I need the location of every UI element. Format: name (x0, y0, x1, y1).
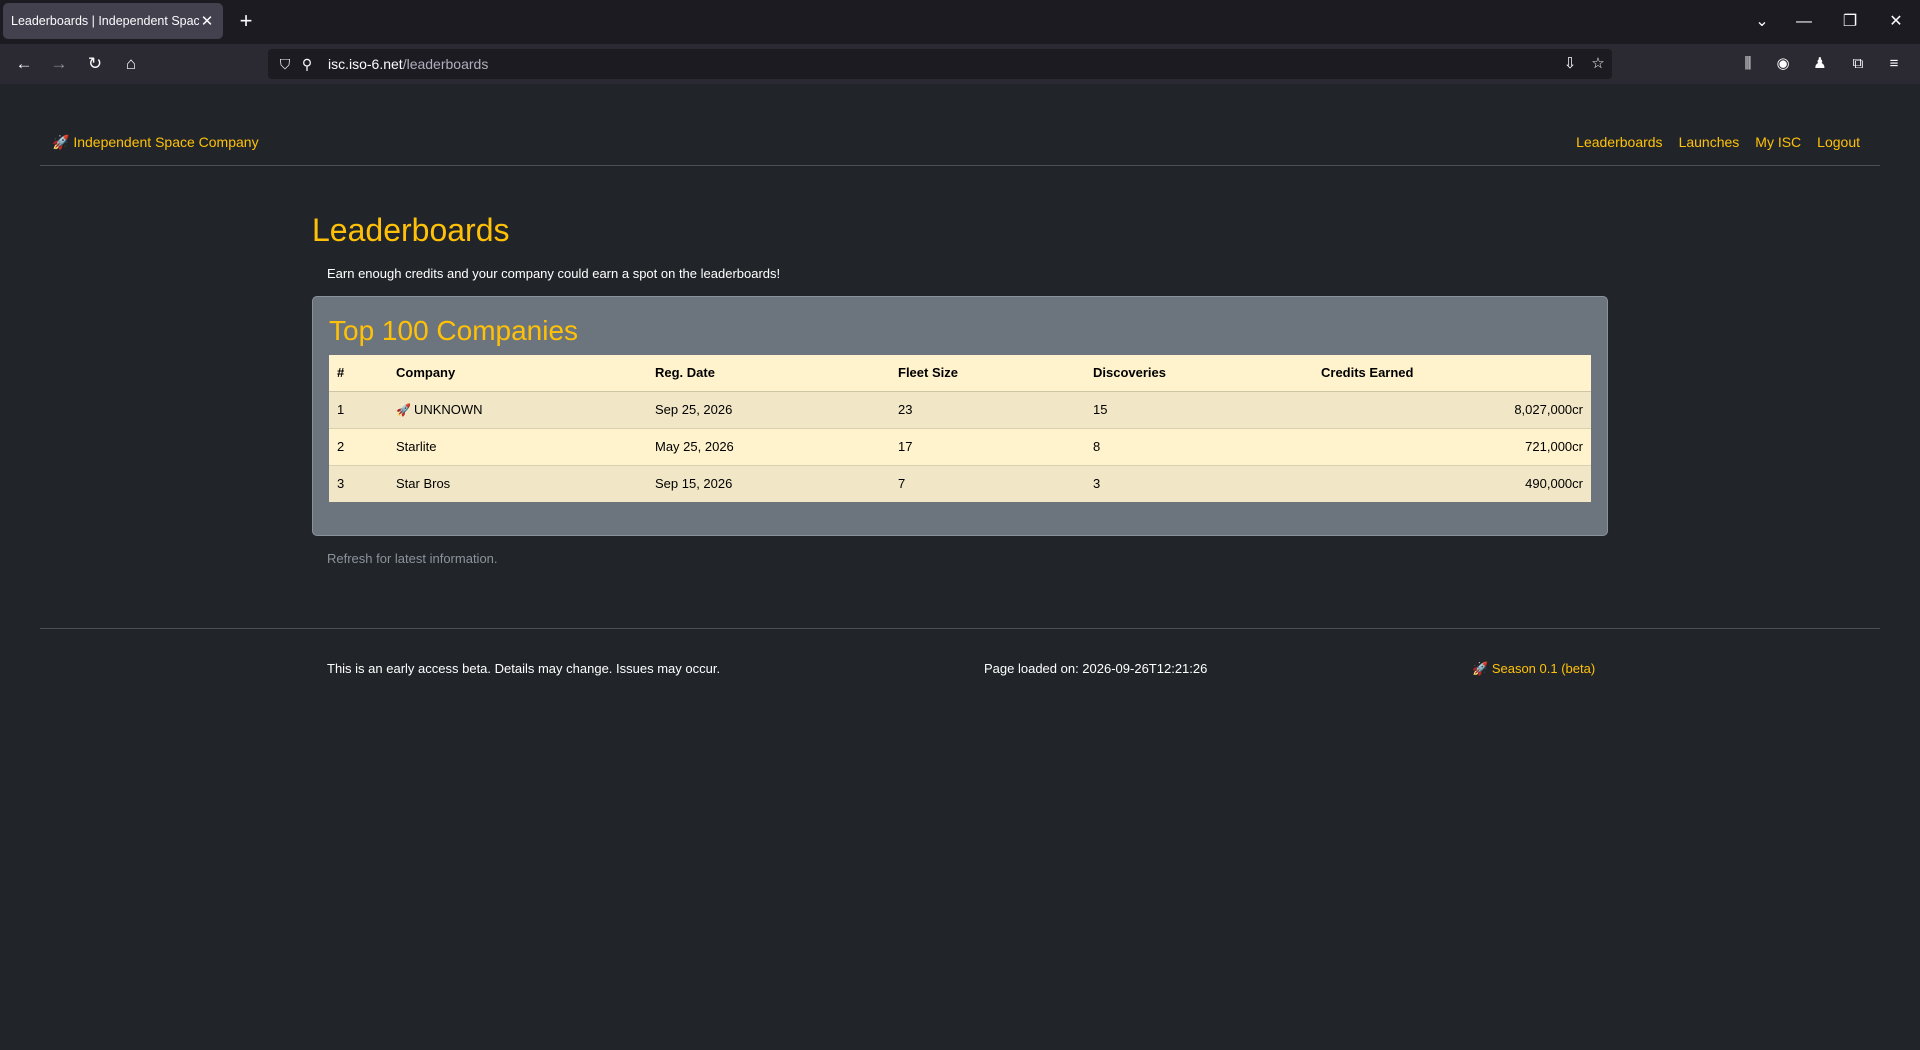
cell-rank: 3 (329, 464, 388, 502)
leaderboard-panel: Top 100 Companies # Company Reg. Date Fl… (312, 296, 1608, 536)
cell-reg-date: Sep 25, 2026 (647, 390, 890, 428)
minimize-icon[interactable]: — (1790, 8, 1818, 36)
table-row: 3 Star Bros Sep 15, 2026 7 3 490,000cr (329, 464, 1591, 502)
cell-reg-date: May 25, 2026 (647, 427, 890, 465)
url-bar[interactable]: ⛉ ⚲ isc.iso-6.net/leaderboards ⇩ ☆ (268, 49, 1612, 79)
window-close-icon[interactable]: ✕ (1882, 8, 1910, 36)
ship-icon: 🚀 (396, 403, 411, 417)
extension-icon[interactable]: ♟ (1806, 50, 1834, 78)
browser-nav-bar: ← → ↻ ⌂ ⛉ ⚲ isc.iso-6.net/leaderboards ⇩… (0, 44, 1920, 84)
reload-icon[interactable]: ↻ (81, 50, 109, 78)
site-header: 🚀 Independent Space Company Leaderboards… (40, 84, 1880, 166)
nav-my-isc[interactable]: My ISC (1755, 134, 1801, 150)
cell-fleet-size: 23 (890, 390, 1085, 428)
forward-icon[interactable]: → (45, 50, 73, 78)
site-footer: This is an early access beta. Details ma… (40, 628, 1880, 708)
nav-launches[interactable]: Launches (1679, 134, 1740, 150)
cell-discoveries: 15 (1085, 390, 1313, 428)
cell-credits: 490,000cr (1313, 464, 1591, 502)
browser-tab-bar: Leaderboards | Independent Space Company… (0, 0, 1920, 44)
col-fleet-size: Fleet Size (890, 355, 1085, 392)
cell-credits: 8,027,000cr (1313, 390, 1591, 428)
url-text[interactable]: isc.iso-6.net/leaderboards (328, 56, 488, 72)
panel-title: Top 100 Companies (329, 315, 579, 346)
brand-link[interactable]: 🚀 Independent Space Company (52, 134, 259, 151)
new-tab-icon[interactable]: + (232, 8, 260, 36)
col-credits-earned: Credits Earned (1313, 355, 1591, 392)
page-loaded-timestamp: Page loaded on: 2026-09-26T12:21:26 (984, 661, 1208, 676)
beta-note: This is an early access beta. Details ma… (327, 661, 721, 676)
company-name: UNKNOWN (413, 402, 483, 417)
cell-discoveries: 8 (1085, 427, 1313, 465)
library-icon[interactable]: ⫼ (1734, 50, 1762, 78)
nav-leaderboards[interactable]: Leaderboards (1576, 134, 1662, 150)
restore-icon[interactable]: ❐ (1836, 8, 1864, 36)
intro-text: Earn enough credits and your company cou… (327, 266, 781, 281)
bookmark-star-icon[interactable]: ☆ (1584, 50, 1612, 78)
download-icon[interactable]: ⇩ (1556, 50, 1584, 78)
cell-company: Starlite (388, 427, 647, 465)
account-icon[interactable]: ◉ (1769, 50, 1797, 78)
home-icon[interactable]: ⌂ (117, 50, 145, 78)
season-label: Season 0.1 (beta) (1491, 661, 1596, 676)
cell-company: Star Bros (388, 464, 647, 502)
url-path: /leaderboards (402, 56, 489, 72)
cell-rank: 1 (329, 390, 388, 428)
back-icon[interactable]: ← (10, 50, 38, 78)
cell-fleet-size: 17 (890, 427, 1085, 465)
nav-logout[interactable]: Logout (1817, 134, 1860, 150)
leaderboard-table: # Company Reg. Date Fleet Size Discoveri… (329, 355, 1591, 502)
permissions-icon[interactable]: ⚲ (296, 53, 318, 75)
table-row: 2 Starlite May 25, 2026 17 8 721,000cr (329, 427, 1591, 465)
col-company: Company (388, 355, 647, 392)
table-header-row: # Company Reg. Date Fleet Size Discoveri… (329, 355, 1591, 392)
menu-icon[interactable]: ≡ (1880, 50, 1908, 78)
brand-label: Independent Space Company (73, 134, 259, 150)
shield-icon[interactable]: ⛉ (274, 53, 296, 75)
main-nav: Leaderboards Launches My ISC Logout (1576, 134, 1860, 150)
col-reg-date: Reg. Date (647, 355, 890, 392)
tab-title: Leaderboards | Independent Space Company (11, 14, 199, 28)
col-discoveries: Discoveries (1085, 355, 1313, 392)
page-title: Leaderboards (312, 212, 510, 248)
rocket-icon: 🚀 (1472, 661, 1489, 676)
refresh-note: Refresh for latest information. (327, 551, 498, 566)
cell-discoveries: 3 (1085, 464, 1313, 502)
cell-credits: 721,000cr (1313, 427, 1591, 465)
season-link[interactable]: 🚀 Season 0.1 (beta) (1472, 661, 1595, 677)
rocket-icon: 🚀 (52, 134, 70, 150)
puzzle-icon[interactable]: ⧉ (1844, 50, 1872, 78)
url-domain: isc.iso-6.net (328, 56, 403, 72)
list-tabs-icon[interactable]: ⌄ (1748, 8, 1776, 36)
cell-rank: 2 (329, 427, 388, 465)
cell-fleet-size: 7 (890, 464, 1085, 502)
col-rank: # (329, 355, 388, 392)
table-row: 1 🚀 UNKNOWN Sep 25, 2026 23 15 8,027,000c… (329, 390, 1591, 428)
cell-reg-date: Sep 15, 2026 (647, 464, 890, 502)
tab-close-icon[interactable]: ✕ (199, 12, 215, 30)
cell-company: 🚀 UNKNOWN (388, 390, 647, 428)
browser-tab[interactable]: Leaderboards | Independent Space Company… (3, 3, 223, 39)
